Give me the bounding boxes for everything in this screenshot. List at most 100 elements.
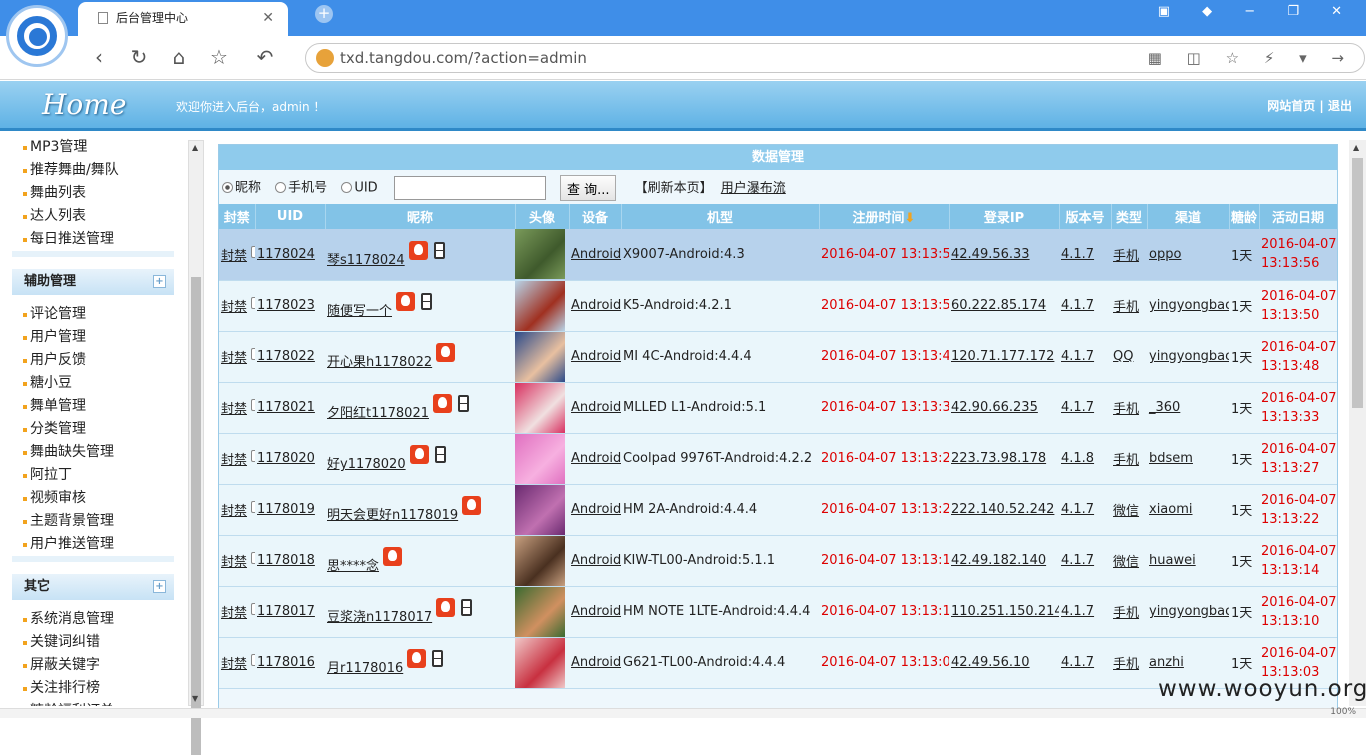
radio-uid[interactable] [341,181,353,193]
new-tab-button[interactable]: + [315,5,333,23]
query-button[interactable]: 查 询... [559,175,617,201]
version-link[interactable]: 4.1.7 [1061,502,1094,517]
uid-link[interactable]: 1178020 [257,451,315,466]
uid-link[interactable]: 1178016 [257,655,315,670]
row-checkbox[interactable] [251,348,255,360]
sidebar-item[interactable]: 系统消息管理 [12,608,174,631]
version-link[interactable]: 4.1.7 [1061,655,1094,670]
version-link[interactable]: 4.1.7 [1061,400,1094,415]
channel-link[interactable]: anzhi [1149,655,1184,670]
ip-link[interactable]: 42.90.66.235 [951,400,1038,415]
sidebar-item[interactable]: 分类管理 [12,418,174,441]
row-checkbox[interactable] [251,245,255,258]
avatar[interactable] [515,229,565,279]
type-link[interactable]: 手机 [1113,402,1139,417]
version-link[interactable]: 4.1.7 [1061,247,1094,262]
table-row[interactable]: 封禁 1178023 随便写一个 Android K5-Android:4.2.1 201… [219,280,1337,332]
ban-link[interactable]: 封禁 [221,555,247,570]
scroll-thumb[interactable] [1352,158,1363,408]
table-row[interactable]: 封禁 1178018 思****念 Android KIW-TL00-Android:5… [219,535,1337,587]
nickname-link[interactable]: 明天会更好n1178019 [327,508,458,523]
type-link[interactable]: 手机 [1113,657,1139,672]
channel-link[interactable]: bdsem [1149,451,1193,466]
type-link[interactable]: 手机 [1113,300,1139,315]
ip-link[interactable]: 60.222.85.174 [951,298,1046,313]
search-input[interactable] [393,176,546,200]
column-header[interactable]: 活动日期 [1259,204,1337,229]
sidebar-item[interactable]: MP3管理 [12,136,174,159]
channel-link[interactable]: yingyongbao [1149,349,1229,364]
row-checkbox[interactable] [251,297,255,309]
device-link[interactable]: Android [571,553,621,568]
expand-icon[interactable]: + [153,275,166,288]
ip-link[interactable]: 223.73.98.178 [951,451,1046,466]
nickname-link[interactable]: 好y1178020 [327,457,406,472]
avatar[interactable] [515,484,565,534]
uid-link[interactable]: 1178017 [257,604,315,619]
type-link[interactable]: 微信 [1113,504,1139,519]
browser-tab[interactable]: 后台管理中心 ✕ [78,2,288,36]
home-icon[interactable]: ⌂ [166,44,192,70]
sidebar-item[interactable]: 舞曲列表 [12,182,174,205]
address-bar-actions[interactable]: ▦ ◫ ☆ ⚡ ▾ → [1148,44,1354,72]
channel-link[interactable]: yingyongbao [1149,604,1229,619]
column-header[interactable]: 机型 [621,204,820,229]
version-link[interactable]: 4.1.7 [1061,349,1094,364]
row-checkbox[interactable] [251,501,255,513]
table-row[interactable]: 封禁 1178019 明天会更好n1178019 Android HM 2A-Andro… [219,484,1337,536]
sidebar-item[interactable]: 用户管理 [12,326,174,349]
uid-link[interactable]: 1178018 [257,553,315,568]
nickname-link[interactable]: 琴s1178024 [327,253,405,268]
ban-link[interactable]: 封禁 [221,351,247,366]
avatar[interactable] [515,280,565,330]
channel-link[interactable]: yingyongbao [1149,298,1229,313]
channel-link[interactable]: _360 [1149,400,1180,415]
ban-link[interactable]: 封禁 [221,249,247,264]
undo-icon[interactable]: ↶ [252,44,278,70]
sidebar-item[interactable]: 达人列表 [12,205,174,228]
column-header[interactable]: 昵称 [325,204,516,229]
column-header[interactable]: 糖龄 [1229,204,1260,229]
sidebar-item[interactable]: 屏蔽关键字 [12,654,174,677]
sidebar-item[interactable]: 用户反馈 [12,349,174,372]
scroll-up-icon[interactable]: ▲ [192,143,198,152]
type-link[interactable]: 手机 [1113,453,1139,468]
ban-link[interactable]: 封禁 [221,453,247,468]
uid-link[interactable]: 1178019 [257,502,315,517]
sort-arrow-icon[interactable]: ⬇ [905,211,916,226]
sidebar-item[interactable]: 糖龄福利订单 [12,700,174,706]
table-row[interactable]: 封禁 1178021 夕阳红t1178021 Android MLLED L1-Andr… [219,382,1337,434]
column-header[interactable]: UID [255,204,326,229]
ip-link[interactable]: 222.140.52.242 [951,502,1054,517]
ip-link[interactable]: 120.71.177.172 [951,349,1054,364]
type-link[interactable]: 手机 [1113,606,1139,621]
device-link[interactable]: Android [571,247,621,262]
column-header[interactable]: 注册时间⬇ [819,204,950,229]
column-header[interactable]: 渠道 [1147,204,1230,229]
ban-link[interactable]: 封禁 [221,504,247,519]
device-link[interactable]: Android [571,655,621,670]
channel-link[interactable]: xiaomi [1149,502,1193,517]
avatar[interactable] [515,535,565,585]
ban-link[interactable]: 封禁 [221,402,247,417]
device-link[interactable]: Android [571,451,621,466]
column-header[interactable]: 登录IP [949,204,1060,229]
radio-nickname[interactable] [222,181,233,193]
type-link[interactable]: 微信 [1113,555,1139,570]
sidebar-section-aux[interactable]: 辅助管理 + [12,269,174,295]
sidebar-item[interactable]: 主题背景管理 [12,510,174,533]
column-header[interactable]: 设备 [569,204,622,229]
sidebar-item[interactable]: 视频审核 [12,487,174,510]
uid-link[interactable]: 1178023 [257,298,315,313]
sidebar-item[interactable]: 舞曲缺失管理 [12,441,174,464]
back-icon[interactable]: ‹ [86,44,112,70]
nickname-link[interactable]: 豆浆浇n1178017 [327,610,432,625]
ip-link[interactable]: 42.49.56.10 [951,655,1030,670]
row-checkbox[interactable] [251,450,255,462]
radio-phone[interactable] [275,181,287,193]
address-bar[interactable]: txd.tangdou.com/?action=admin ▦ ◫ ☆ ⚡ ▾ … [305,43,1365,73]
window-controls[interactable]: ▣ ◆ − ❐ ✕ [1158,4,1356,19]
header-links[interactable]: 网站首页 | 退出 [1267,97,1352,114]
sidebar-item[interactable]: 关键词纠错 [12,631,174,654]
nickname-link[interactable]: 夕阳红t1178021 [327,406,429,421]
